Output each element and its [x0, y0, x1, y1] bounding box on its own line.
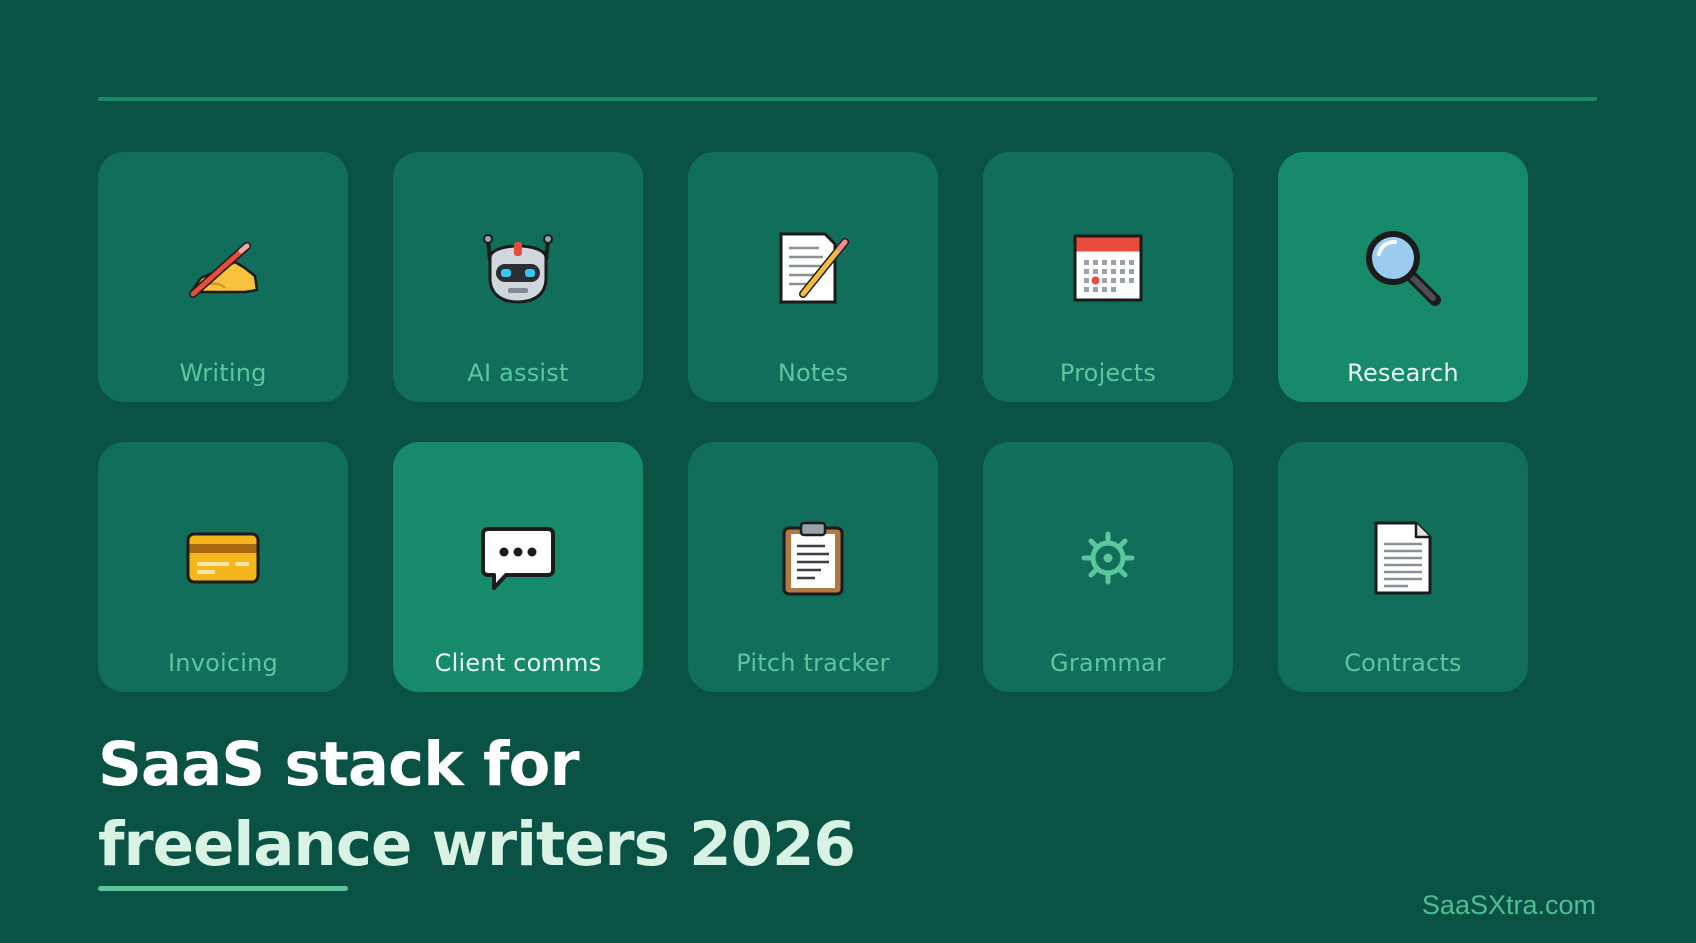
- tile-projects[interactable]: Projects: [983, 152, 1233, 402]
- calendar-icon: [983, 232, 1233, 304]
- tile-ai-assist[interactable]: AI assist: [393, 152, 643, 402]
- tile-client-comms[interactable]: Client comms: [393, 442, 643, 692]
- writing-hand-icon: [98, 232, 348, 304]
- tile-label: Projects: [1059, 359, 1157, 387]
- tile-research[interactable]: Research: [1278, 152, 1528, 402]
- tile-label: Client comms: [434, 649, 602, 677]
- tile-label: Invoicing: [168, 649, 278, 677]
- tile-notes[interactable]: Notes: [688, 152, 938, 402]
- page-title-line-2: freelance writers 2026: [98, 809, 856, 880]
- magnifying-glass-icon: [1278, 231, 1528, 306]
- tile-label: AI assist: [467, 359, 569, 387]
- tile-contracts[interactable]: Contracts: [1278, 442, 1528, 692]
- tile-label: Contracts: [1344, 649, 1462, 677]
- top-divider: [98, 97, 1597, 101]
- tile-label: Pitch tracker: [736, 649, 890, 677]
- speech-bubble-icon: [393, 522, 643, 594]
- tile-grammar[interactable]: Grammar: [983, 442, 1233, 692]
- page-title: SaaS stack for freelance writers 2026: [98, 725, 856, 885]
- site-url: SaaSXtra.com: [1421, 890, 1596, 920]
- memo-icon: [688, 232, 938, 304]
- page-title-line-1: SaaS stack for: [98, 729, 580, 800]
- tool-grid: Writing AI assist Notes Projects Researc…: [98, 152, 1528, 692]
- clipboard-icon: [688, 521, 938, 596]
- tile-pitch-tracker[interactable]: Pitch tracker: [688, 442, 938, 692]
- robot-icon: [393, 232, 643, 304]
- document-icon: [1278, 521, 1528, 595]
- tile-writing[interactable]: Writing: [98, 152, 348, 402]
- tile-invoicing[interactable]: Invoicing: [98, 442, 348, 692]
- tile-label: Grammar: [1050, 649, 1166, 677]
- gear-icon: [983, 522, 1233, 594]
- title-accent-underline: [98, 886, 348, 891]
- credit-card-icon: [98, 522, 348, 594]
- tile-label: Research: [1347, 359, 1459, 387]
- tile-label: Notes: [777, 359, 849, 387]
- tile-label: Writing: [179, 359, 267, 387]
